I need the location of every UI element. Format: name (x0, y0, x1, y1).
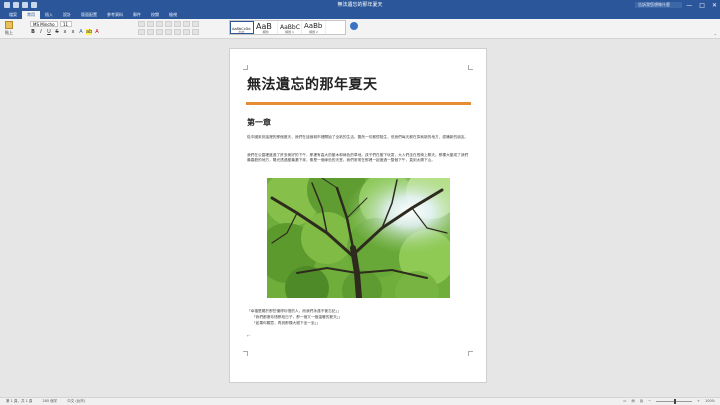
print-layout-icon[interactable]: ▤ (631, 398, 634, 405)
status-bar: 第 1 頁，共 1 頁 285 個字 中文 (台灣) ▭ ▤ ▥ − + 100… (0, 397, 720, 405)
minimize-button[interactable]: — (686, 1, 692, 10)
zoom-level[interactable]: 100% (705, 398, 715, 405)
crop-mark (243, 351, 248, 356)
paste-button[interactable]: 貼上 (3, 20, 15, 36)
clipboard-icon (5, 21, 13, 29)
shading-button[interactable] (183, 29, 190, 35)
highlight-button[interactable]: ab (86, 29, 92, 35)
tab-layout[interactable]: 版面配置 (76, 11, 102, 19)
font-format-group: B I U S x x A ab A (30, 29, 100, 35)
borders-button[interactable] (192, 29, 199, 35)
font-color-button[interactable]: A (94, 29, 100, 35)
quote-line[interactable]: 「我們都會珍惜那段日子，那一個又一個溫暖的夏天」」 (252, 315, 474, 320)
subscript-button[interactable]: x (62, 29, 68, 35)
tab-references[interactable]: 參考資料 (102, 11, 128, 19)
paragraph-mark-icon: ↵ (247, 333, 251, 338)
align-right-button[interactable] (156, 29, 163, 35)
quote-line[interactable]: 「如果你願意，再到那棵大樹下坐一坐」」 (252, 321, 474, 326)
font-name-select[interactable]: MS Mincho (30, 21, 58, 27)
show-marks-button[interactable] (192, 21, 199, 27)
numbering-button[interactable] (147, 21, 154, 27)
title-rule (246, 102, 471, 105)
tab-file[interactable]: 檔案 (4, 11, 22, 19)
document-page[interactable]: 無法遺忘的那年夏天 第一章 從中國來到這裡的那個夏天，我們在這個城市裡開始了全新… (229, 48, 487, 383)
paragraph[interactable]: 我們在公園裡度過了許多美好的下午，那裡有高大的樹木和綠色的草地。孩子們在樹下玩耍… (247, 153, 469, 163)
justify-button[interactable] (165, 29, 172, 35)
superscript-button[interactable]: x (70, 29, 76, 35)
page-count[interactable]: 第 1 頁，共 1 頁 (6, 398, 32, 405)
style-title[interactable]: AaB 標題 (254, 21, 278, 34)
close-button[interactable]: ✕ (712, 1, 717, 10)
zoom-slider[interactable] (656, 399, 693, 404)
ribbon-tabs: 檔案 常用 插入 設計 版面配置 參考資料 郵件 校閱 檢視 (0, 11, 720, 19)
strikethrough-button[interactable]: S (54, 29, 60, 35)
tell-me-search[interactable]: 告訴我您想做什麼 (635, 2, 682, 8)
styles-gallery: AaBbCcDd 內文 AaB 標題 AaBbC 標題 1 AaBb 標題 2 (229, 20, 346, 35)
tree-photo[interactable] (267, 178, 450, 298)
title-bar: 無法遺忘的那年夏天 告訴我您想做什麼 — □ ✕ (0, 0, 720, 11)
style-normal[interactable]: AaBbCcDd 內文 (230, 21, 254, 34)
chapter-heading[interactable]: 第一章 (247, 117, 271, 128)
tab-home[interactable]: 常用 (22, 11, 40, 19)
zoom-out-button[interactable]: − (648, 398, 651, 405)
paragraph[interactable]: 從中國來到這裡的那個夏天，我們在這個城市裡開始了全新的生活。雖然一切都很陌生，但… (247, 135, 469, 140)
crop-mark (468, 65, 473, 70)
window-title: 無法遺忘的那年夏天 (337, 2, 383, 8)
zoom-slider-thumb[interactable] (674, 399, 677, 404)
text-effects-button[interactable]: A (78, 29, 84, 35)
tab-view[interactable]: 檢視 (164, 11, 182, 19)
style-heading-2[interactable]: AaBb 標題 2 (302, 21, 326, 34)
align-center-button[interactable] (147, 29, 154, 35)
maximize-button[interactable]: □ (699, 1, 705, 10)
zoom-in-button[interactable]: + (697, 398, 700, 405)
quote-line[interactable]: 「幸福是屬於那些懂得珍惜的人，而我們永遠不會忘記」」 (247, 309, 469, 314)
tree-image (267, 178, 450, 298)
decrease-indent-button[interactable] (165, 21, 172, 27)
bullets-button[interactable] (138, 21, 145, 27)
crop-mark (468, 351, 473, 356)
crop-mark (243, 65, 248, 70)
sort-button[interactable] (183, 21, 190, 27)
paragraph-group-bottom (138, 29, 199, 35)
italic-button[interactable]: I (38, 29, 44, 35)
document-title[interactable]: 無法遺忘的那年夏天 (247, 74, 378, 94)
tab-design[interactable]: 設計 (58, 11, 76, 19)
style-name: 標題 (262, 30, 269, 34)
editing-icon[interactable] (350, 22, 358, 30)
style-name: 標題 1 (285, 30, 294, 34)
line-spacing-button[interactable] (174, 29, 181, 35)
style-heading-1[interactable]: AaBbC 標題 1 (278, 21, 302, 34)
paragraph-group-top (138, 21, 199, 27)
bold-button[interactable]: B (30, 29, 36, 35)
web-layout-icon[interactable]: ▥ (640, 398, 643, 405)
tab-insert[interactable]: 插入 (40, 11, 58, 19)
tab-mailings[interactable]: 郵件 (128, 11, 146, 19)
tab-review[interactable]: 校閱 (146, 11, 164, 19)
style-name: 內文 (238, 30, 245, 34)
word-count[interactable]: 285 個字 (42, 398, 57, 405)
align-left-button[interactable] (138, 29, 145, 35)
multilevel-list-button[interactable] (156, 21, 163, 27)
style-name: 標題 2 (309, 30, 318, 34)
window-controls: — □ ✕ (686, 1, 717, 10)
paste-label: 貼上 (5, 30, 13, 35)
read-mode-icon[interactable]: ▭ (623, 398, 626, 405)
language-indicator[interactable]: 中文 (台灣) (67, 398, 85, 405)
underline-button[interactable]: U (46, 29, 52, 35)
increase-indent-button[interactable] (174, 21, 181, 27)
font-size-select[interactable]: 11 (60, 21, 72, 27)
ribbon-home: 貼上 MS Mincho 11 B I U S x x A ab A AaBbC… (0, 19, 720, 39)
collapse-ribbon-icon[interactable]: ⌃ (714, 33, 717, 38)
